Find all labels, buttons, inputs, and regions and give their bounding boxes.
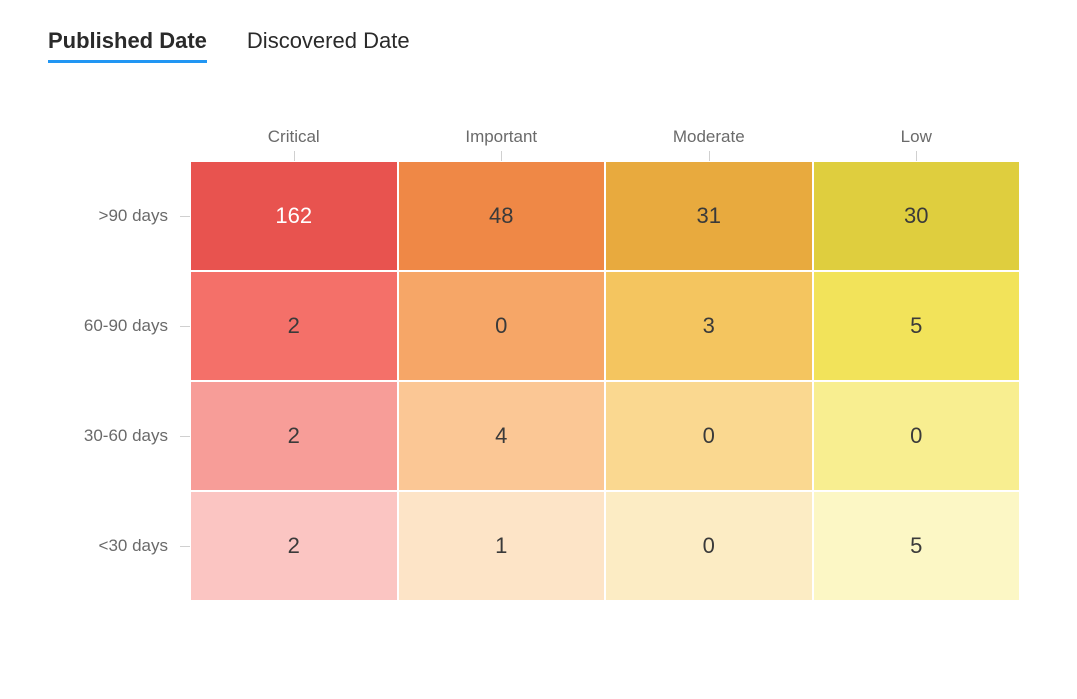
date-tabs: Published Date Discovered Date (40, 28, 1037, 63)
vulnerability-heatmap: Critical Important Moderate Low >90 days… (40, 121, 1020, 601)
cell-gt90-low[interactable]: 30 (813, 161, 1021, 271)
cell-lt30-low[interactable]: 5 (813, 491, 1021, 601)
cell-gt90-moderate[interactable]: 31 (605, 161, 813, 271)
heatmap-corner (40, 121, 190, 161)
row-header-30-60: 30-60 days (40, 381, 190, 491)
row-header-gt90: >90 days (40, 161, 190, 271)
cell-60-90-critical[interactable]: 2 (190, 271, 398, 381)
col-header-low: Low (813, 127, 1021, 161)
cell-60-90-low[interactable]: 5 (813, 271, 1021, 381)
row-header-lt30: <30 days (40, 491, 190, 601)
col-header-critical: Critical (190, 127, 398, 161)
tab-discovered-date[interactable]: Discovered Date (247, 28, 410, 63)
cell-30-60-important[interactable]: 4 (398, 381, 606, 491)
cell-60-90-moderate[interactable]: 3 (605, 271, 813, 381)
cell-30-60-low[interactable]: 0 (813, 381, 1021, 491)
col-header-important: Important (398, 127, 606, 161)
cell-lt30-moderate[interactable]: 0 (605, 491, 813, 601)
cell-gt90-critical[interactable]: 162 (190, 161, 398, 271)
row-header-60-90: 60-90 days (40, 271, 190, 381)
cell-lt30-important[interactable]: 1 (398, 491, 606, 601)
cell-gt90-important[interactable]: 48 (398, 161, 606, 271)
cell-30-60-moderate[interactable]: 0 (605, 381, 813, 491)
cell-lt30-critical[interactable]: 2 (190, 491, 398, 601)
cell-30-60-critical[interactable]: 2 (190, 381, 398, 491)
tab-published-date[interactable]: Published Date (48, 28, 207, 63)
col-header-moderate: Moderate (605, 127, 813, 161)
cell-60-90-important[interactable]: 0 (398, 271, 606, 381)
